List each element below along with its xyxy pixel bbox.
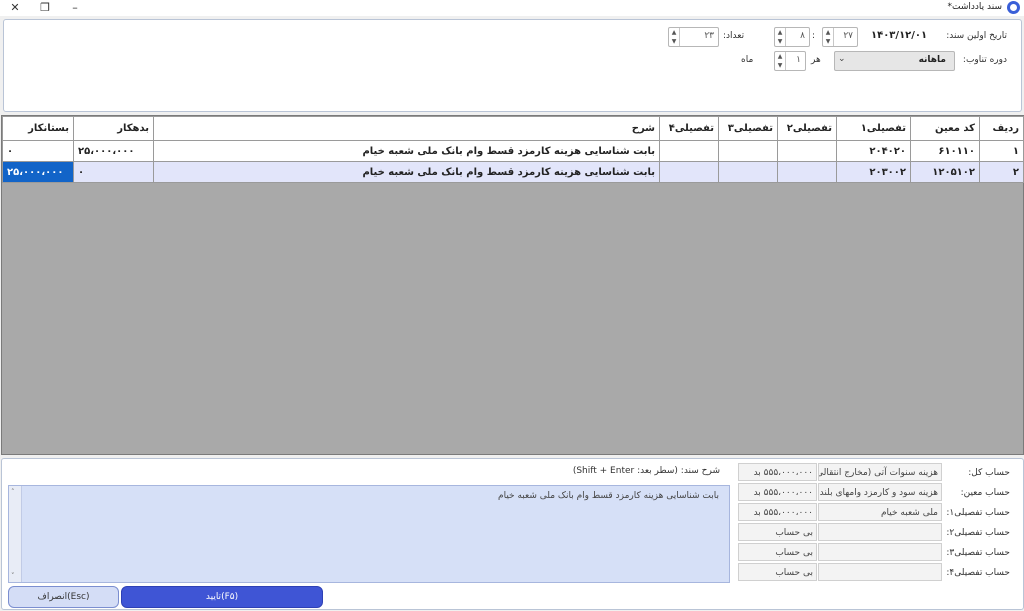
account-kol-label: حساب کل: [968, 468, 1010, 478]
account-kol-name: هزینه سنوات آتی (مخارج انتقالی به [818, 463, 942, 481]
col-header-tafsili2[interactable]: تفصیلی۲ [777, 116, 837, 141]
account-tafsili2-label: حساب تفصیلی۲: [946, 528, 1010, 538]
col-header-tafsili3[interactable]: تفصیلی۳ [718, 116, 778, 141]
count-stepper[interactable]: ▲ ▼ ۲۳ [668, 27, 719, 47]
separator-label: : [812, 31, 816, 41]
arrow-up-icon[interactable]: ▲ [775, 52, 785, 61]
cell-credit[interactable]: ۰ [2, 140, 74, 162]
every-label: هر [811, 55, 821, 65]
cell-tafsili3[interactable] [718, 140, 778, 162]
arrow-down-icon[interactable]: ▼ [669, 37, 679, 46]
table-row[interactable]: ۱ ۶۱۰۱۱۰ ۲۰۴۰۲۰ بابت شناسایی هزینه کارمز… [2, 140, 1024, 162]
cell-moein[interactable]: ۱۲۰۵۱۰۲ [910, 161, 980, 183]
col-header-tafsili1[interactable]: تفصیلی۱ [836, 116, 911, 141]
account-moein-name: هزینه سود و کارمزد وامهای بلند مد [818, 483, 942, 501]
month-part-value: ۸ [800, 31, 805, 41]
period-label: دوره تناوب: [962, 55, 1007, 65]
table-row[interactable]: ۲ ۱۲۰۵۱۰۲ ۲۰۳۰۰۲ بابت شناسایی هزینه کارم… [2, 161, 1024, 183]
account-tafsili1-balance: ۵۵۵،۰۰۰،۰۰۰ بد [738, 503, 817, 521]
day-value: ۲۷ [843, 31, 853, 41]
description-text: بابت شناسایی هزینه کارمزد قسط وام بانک م… [498, 491, 719, 501]
arrow-up-icon[interactable]: ▲ [669, 28, 679, 37]
cell-tafsili2[interactable] [777, 140, 837, 162]
arrow-down-icon[interactable]: ▼ [823, 37, 833, 46]
cell-tafsili4[interactable] [659, 140, 719, 162]
stepper-arrows[interactable]: ▲ ▼ [775, 28, 786, 46]
cell-debit[interactable]: ۲۵،۰۰۰،۰۰۰ [73, 140, 154, 162]
description-textarea[interactable]: بابت شناسایی هزینه کارمزد قسط وام بانک م… [8, 485, 730, 583]
scroll-up-icon[interactable]: ˄ [11, 488, 15, 496]
period-select[interactable]: ماهانه ⌄ [834, 51, 955, 71]
cell-description[interactable]: بابت شناسایی هزینه کارمزد قسط وام بانک م… [153, 161, 660, 183]
cell-tafsili4[interactable] [659, 161, 719, 183]
arrow-up-icon[interactable]: ▲ [823, 28, 833, 37]
account-tafsili4-label: حساب تفصیلی۴: [946, 568, 1010, 578]
every-stepper[interactable]: ▲ ▼ ۱ [774, 51, 806, 71]
arrow-down-icon[interactable]: ▼ [775, 37, 785, 46]
col-header-tafsili4[interactable]: تفصیلی۴ [659, 116, 719, 141]
col-header-moein[interactable]: کد معین [910, 116, 980, 141]
day-stepper[interactable]: ▲ ▼ ۲۷ [822, 27, 858, 47]
app-logo-icon [1007, 1, 1020, 14]
account-moein-label: حساب معین: [960, 488, 1010, 498]
account-tafsili3-balance: بی حساب [738, 543, 817, 561]
first-date-label: تاریخ اولین سند: [946, 31, 1007, 41]
window-title: سند یادداشت* [947, 2, 1002, 12]
cell-row[interactable]: ۱ [979, 140, 1024, 162]
count-label: تعداد: [723, 31, 745, 41]
cell-credit[interactable]: ۲۵،۰۰۰،۰۰۰ [2, 161, 74, 183]
confirm-button[interactable]: تایید(F۵) [121, 586, 323, 608]
cell-tafsili1[interactable]: ۲۰۴۰۲۰ [836, 140, 911, 162]
account-tafsili3-label: حساب تفصیلی۳: [946, 548, 1010, 558]
count-value: ۲۳ [704, 31, 714, 41]
account-moein-balance: ۵۵۵،۰۰۰،۰۰۰ بد [738, 483, 817, 501]
header-row: ردیف کد معین تفصیلی۱ تفصیلی۲ تفصیلی۳ تفص… [2, 116, 1024, 141]
chevron-down-icon[interactable]: ⌄ [838, 54, 846, 64]
cell-tafsili1[interactable]: ۲۰۳۰۰۲ [836, 161, 911, 183]
arrow-down-icon[interactable]: ▼ [775, 61, 785, 70]
cell-tafsili3[interactable] [718, 161, 778, 183]
month-unit-label: ماه [741, 55, 754, 65]
account-tafsili2-name [818, 523, 942, 541]
month-part-stepper[interactable]: ▲ ▼ ۸ [774, 27, 810, 47]
account-tafsili1-name: ملی شعبه خیام [818, 503, 942, 521]
minimize-icon[interactable]: – [60, 0, 90, 16]
cell-description[interactable]: بابت شناسایی هزینه کارمزد قسط وام بانک م… [153, 140, 660, 162]
account-kol-balance: ۵۵۵،۰۰۰،۰۰۰ بد [738, 463, 817, 481]
arrow-up-icon[interactable]: ▲ [775, 28, 785, 37]
account-tafsili3-name [818, 543, 942, 561]
first-date-value[interactable]: ۱۴۰۳/۱۲/۰۱ [871, 30, 927, 41]
stepper-arrows[interactable]: ▲ ▼ [669, 28, 680, 46]
close-icon[interactable]: ✕ [0, 0, 30, 16]
every-value: ۱ [796, 55, 801, 65]
cell-debit[interactable]: ۰ [73, 161, 154, 183]
col-header-debit[interactable]: بدهکار [73, 116, 154, 141]
cancel-button[interactable]: انصراف(Esc) [8, 586, 119, 608]
account-tafsili4-name [818, 563, 942, 581]
description-label: شرح سند: (سطر بعد: Shift + Enter) [572, 466, 720, 476]
cell-tafsili2[interactable] [777, 161, 837, 183]
description-scrollbar[interactable]: ˄ ˅ [9, 486, 22, 582]
cell-moein[interactable]: ۶۱۰۱۱۰ [910, 140, 980, 162]
account-tafsili2-balance: بی حساب [738, 523, 817, 541]
stepper-arrows[interactable]: ▲ ▼ [775, 52, 786, 70]
period-value: ماهانه [918, 55, 946, 65]
account-tafsili4-balance: بی حساب [738, 563, 817, 581]
voucher-grid[interactable]: ردیف کد معین تفصیلی۱ تفصیلی۲ تفصیلی۳ تفص… [1, 115, 1024, 455]
restore-icon[interactable]: ❐ [30, 0, 60, 16]
scroll-down-icon[interactable]: ˅ [11, 572, 15, 580]
cell-row[interactable]: ۲ [979, 161, 1024, 183]
account-tafsili1-label: حساب تفصیلی۱: [946, 508, 1010, 518]
title-bar: سند یادداشت* ✕ ❐ – [0, 0, 1024, 16]
stepper-arrows[interactable]: ▲ ▼ [823, 28, 834, 46]
col-header-description[interactable]: شرح [153, 116, 660, 141]
col-header-credit[interactable]: بستانکار [2, 116, 74, 141]
col-header-row[interactable]: ردیف [979, 116, 1024, 141]
